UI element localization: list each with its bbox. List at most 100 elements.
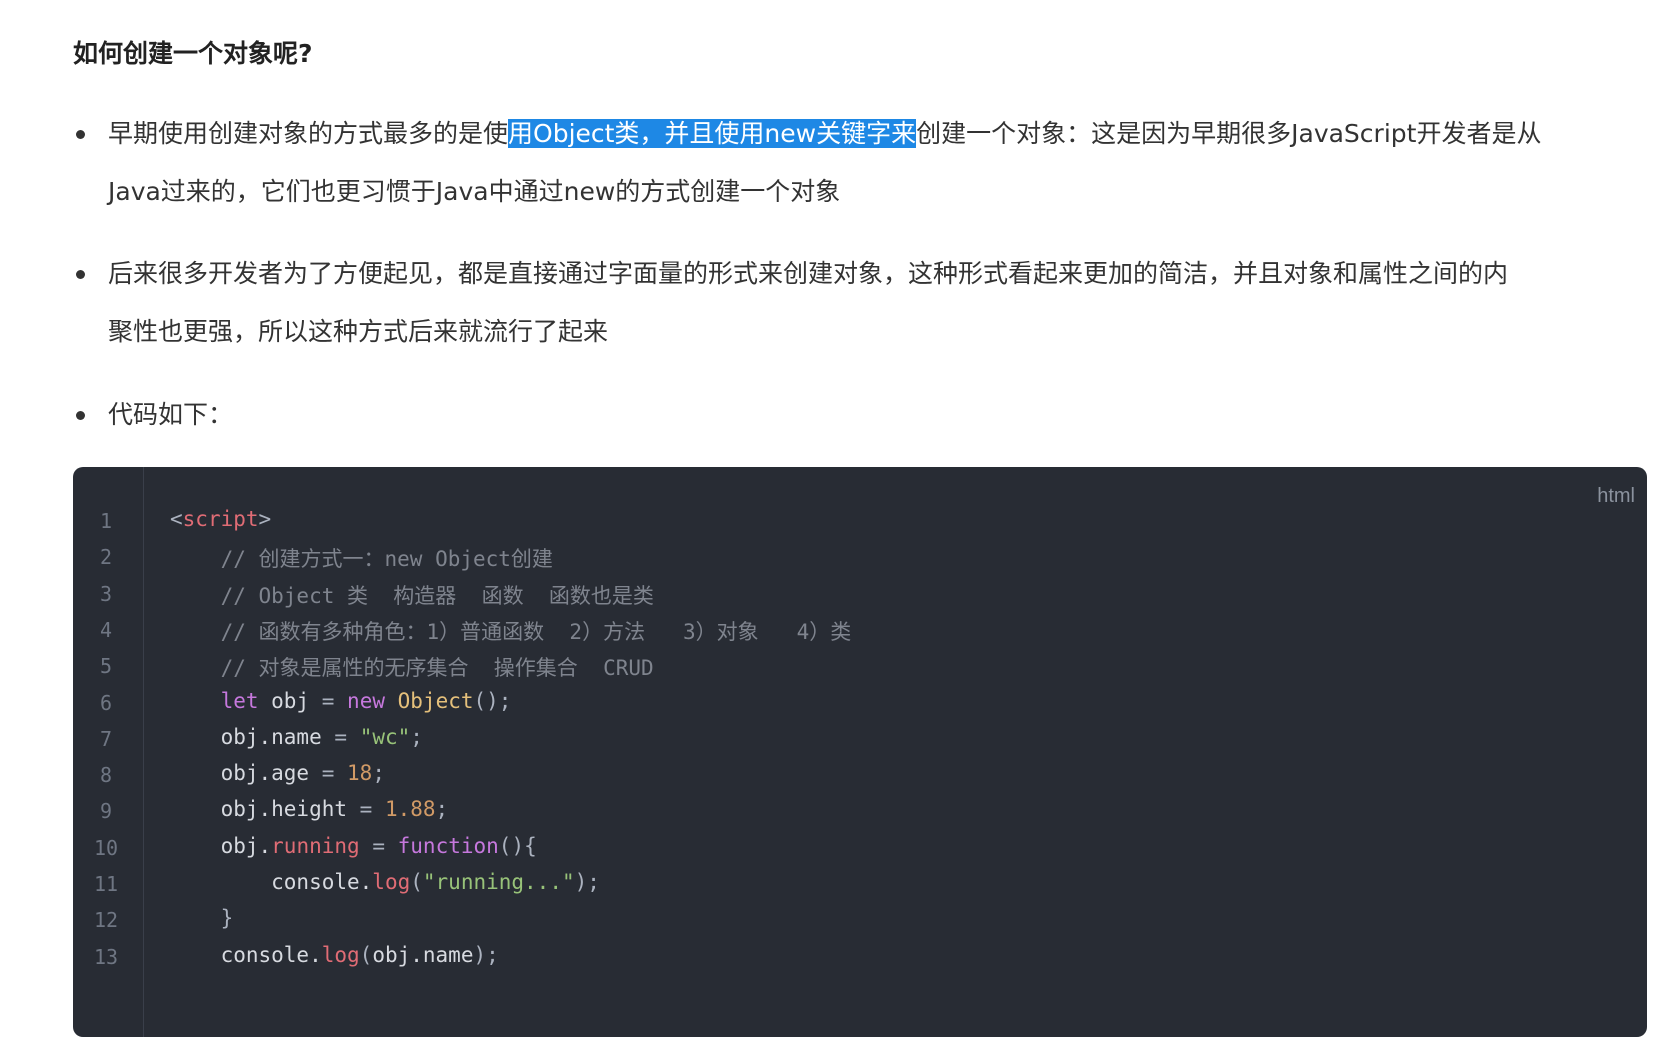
- code-token: obj.height: [170, 797, 360, 821]
- code-line: // Object 类 构造器 函数 函数也是类: [170, 580, 654, 610]
- line-number-gutter: 1 2 3 4 5 6 7 8 9 10 11 12 13: [73, 467, 144, 1037]
- code-line: let obj = new Object();: [170, 689, 512, 713]
- code-line: }: [170, 906, 234, 930]
- code-token: (: [359, 943, 373, 967]
- line-number: 8: [99, 763, 113, 787]
- text-span: 创建一个对象：这是因为早期很多JavaScript开发者是从: [916, 119, 1542, 148]
- code-line: // 创建方式一：new Object创建: [170, 543, 553, 573]
- code-line: <script>: [170, 507, 271, 531]
- bullet-line: 代码如下：: [108, 386, 233, 444]
- code-token: Object: [397, 689, 474, 713]
- line-number: 3: [99, 582, 113, 606]
- code-token: let: [220, 689, 259, 713]
- selected-text: 用Object类，并且使用new关键字来: [508, 119, 917, 148]
- line-number: 5: [99, 654, 113, 678]
- code-token: obj: [258, 689, 322, 713]
- code-token: =: [321, 761, 335, 785]
- code-token: obj.: [170, 834, 272, 858]
- bullet-dot: [76, 411, 85, 420]
- bullet-line: 聚性也更强，所以这种方式后来就流行了起来: [108, 303, 1508, 361]
- bullet-line: 早期使用创建对象的方式最多的是使用Object类，并且使用new关键字来创建一个…: [108, 105, 1541, 163]
- bullet-dot: [76, 270, 85, 279]
- code-line: console.log(obj.name);: [170, 943, 499, 967]
- code-token: =: [359, 797, 373, 821]
- line-number: 9: [99, 799, 113, 823]
- text-span: 后来很多开发者为了方便起见，都是直接通过字面量的形式来创建对象，这种形式看起来更…: [108, 259, 1509, 288]
- code-line: obj.name = "wc";: [170, 725, 423, 749]
- code-token: >: [258, 507, 272, 531]
- text-span: Java过来的，它们也更习惯于Java中通过new的方式创建一个对象: [108, 177, 841, 206]
- text-span: 聚性也更强，所以这种方式后来就流行了起来: [108, 317, 609, 346]
- line-number: 1: [99, 509, 113, 533]
- code-token: );: [473, 943, 499, 967]
- code-token: script: [182, 507, 259, 531]
- line-number: 4: [99, 618, 113, 642]
- code-line: // 函数有多种角色：1）普通函数 2）方法 3）对象 4）类: [170, 616, 852, 646]
- line-number: 13: [93, 945, 119, 969]
- bullet-text: 后来很多开发者为了方便起见，都是直接通过字面量的形式来创建对象，这种形式看起来更…: [108, 245, 1508, 361]
- line-number: 6: [99, 691, 113, 715]
- code-token: log: [321, 943, 360, 967]
- text-span: 早期使用创建对象的方式最多的是使: [108, 119, 509, 148]
- code-token: =: [372, 834, 385, 858]
- code-token: new: [347, 689, 385, 713]
- code-token: ;: [372, 761, 385, 785]
- code-token: obj.age: [170, 761, 322, 785]
- code-token: // Object 类 构造器 函数 函数也是类: [220, 584, 654, 608]
- bullet-text: 代码如下：: [108, 386, 233, 444]
- code-line: console.log("running...");: [170, 870, 600, 894]
- code-token: 1.88: [384, 797, 436, 821]
- code-token: =: [321, 689, 335, 713]
- language-label: html: [1597, 485, 1635, 507]
- code-token: ();: [473, 689, 512, 713]
- bullet-dot: [76, 130, 85, 139]
- line-number: 11: [93, 872, 119, 896]
- code-token: <: [170, 507, 183, 531]
- bullet-line: Java过来的，它们也更习惯于Java中通过new的方式创建一个对象: [108, 163, 1541, 221]
- line-number: 7: [99, 727, 113, 751]
- code-token: (: [410, 870, 423, 894]
- code-block[interactable]: 1 2 3 4 5 6 7 8 9 10 11 12 13 <script> // 创建方式一：new …: [73, 467, 1647, 1037]
- code-token: ;: [435, 797, 449, 821]
- code-token: console.: [170, 943, 322, 967]
- code-token: );: [574, 870, 600, 894]
- code-token: // 创建方式一：new Object创建: [220, 547, 553, 571]
- code-token: obj.name: [170, 725, 335, 749]
- code-token: =: [334, 725, 348, 749]
- text-span: 代码如下：: [108, 400, 234, 429]
- code-line: obj.height = 1.88;: [170, 797, 449, 821]
- bullet-line: 后来很多开发者为了方便起见，都是直接通过字面量的形式来创建对象，这种形式看起来更…: [108, 245, 1508, 303]
- code-token: "running...": [422, 870, 575, 894]
- code-token: 18: [347, 761, 373, 785]
- code-token: log: [372, 870, 411, 894]
- code-token: (){: [498, 834, 537, 858]
- line-number: 12: [93, 908, 119, 932]
- code-token: obj.name: [372, 943, 474, 967]
- code-token: }: [220, 906, 234, 930]
- code-token: running: [271, 834, 360, 858]
- code-line: obj.age = 18;: [170, 761, 385, 785]
- code-token: ;: [410, 725, 423, 749]
- code-token: "wc": [359, 725, 411, 749]
- code-line: // 对象是属性的无序集合 操作集合 CRUD: [170, 652, 654, 682]
- bullet-text: 早期使用创建对象的方式最多的是使用Object类，并且使用new关键字来创建一个…: [108, 105, 1541, 221]
- code-token: // 对象是属性的无序集合 操作集合 CRUD: [220, 656, 654, 680]
- line-number: 2: [99, 545, 113, 569]
- code-token: // 函数有多种角色：1）普通函数 2）方法 3）对象 4）类: [220, 620, 852, 644]
- code-token: console.: [170, 870, 373, 894]
- line-number: 10: [93, 836, 119, 860]
- code-token: function: [397, 834, 499, 858]
